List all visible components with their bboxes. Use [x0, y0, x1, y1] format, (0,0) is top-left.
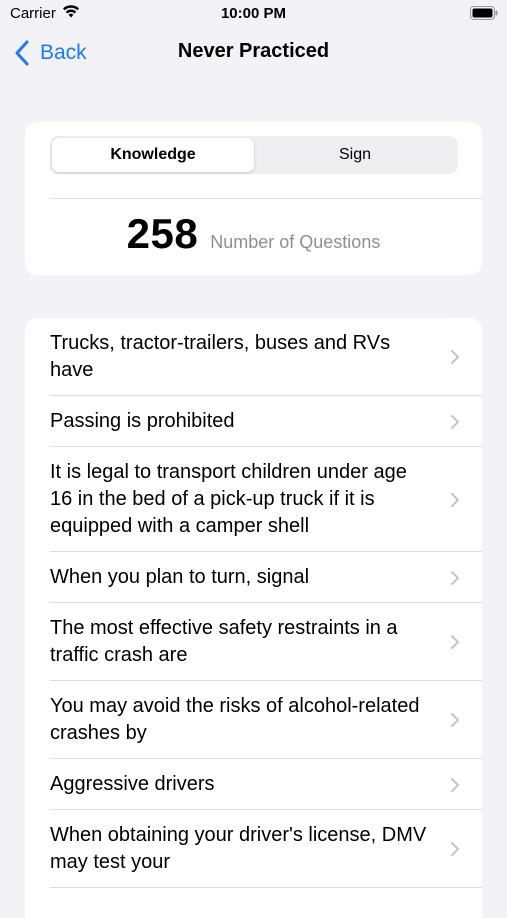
list-item[interactable]: The most effective safety restraints in … — [25, 603, 482, 681]
chevron-right-icon — [451, 492, 459, 507]
chevron-right-icon — [451, 777, 459, 792]
battery-icon — [470, 6, 498, 20]
chevron-right-icon — [451, 635, 459, 649]
segment-knowledge[interactable]: Knowledge — [52, 138, 254, 172]
question-text: When obtaining your driver's license, DM… — [50, 824, 427, 873]
category-segmented-control: Knowledge Sign — [50, 136, 458, 174]
question-text: Aggressive drivers — [50, 773, 215, 795]
list-item[interactable]: Aggressive drivers — [25, 759, 482, 810]
status-bar: Carrier 10:00 PM — [0, 0, 507, 28]
question-count: 258 — [126, 210, 199, 257]
question-text: It is legal to transport children under … — [50, 461, 407, 537]
question-count-row: 258 Number of Questions — [25, 210, 482, 266]
chevron-right-icon — [451, 713, 459, 727]
question-text: The most effective safety restraints in … — [50, 617, 398, 666]
question-count-label: Number of Questions — [210, 232, 381, 252]
question-text: Passing is prohibited — [50, 410, 235, 432]
list-item[interactable]: When obtaining your driver's license, DM… — [25, 810, 482, 888]
navigation-bar: Back Never Practiced — [0, 30, 507, 74]
divider — [50, 198, 482, 199]
question-list: Trucks, tractor-trailers, buses and RVs … — [25, 318, 482, 918]
chevron-right-icon — [451, 350, 459, 364]
status-time: 10:00 PM — [220, 5, 287, 22]
chevron-right-icon — [451, 842, 459, 856]
list-item[interactable]: When you plan to turn, signal — [25, 552, 482, 603]
chevron-right-icon — [451, 414, 459, 429]
list-item[interactable]: You may avoid the risks of alcohol-relat… — [25, 681, 482, 759]
question-text: You may avoid the risks of alcohol-relat… — [50, 695, 420, 744]
list-item[interactable]: Trucks, tractor-trailers, buses and RVs … — [25, 318, 482, 396]
page-title: Never Practiced — [177, 40, 330, 62]
question-text: When you plan to turn, signal — [50, 566, 310, 588]
segment-sign[interactable]: Sign — [254, 138, 456, 172]
list-item[interactable]: It is legal to transport children under … — [25, 447, 482, 552]
chevron-right-icon — [451, 570, 459, 585]
list-item[interactable]: Passing is prohibited — [25, 396, 482, 447]
question-text: Trucks, tractor-trailers, buses and RVs … — [50, 332, 391, 381]
summary-card: Knowledge Sign 258 Number of Questions — [25, 122, 482, 275]
